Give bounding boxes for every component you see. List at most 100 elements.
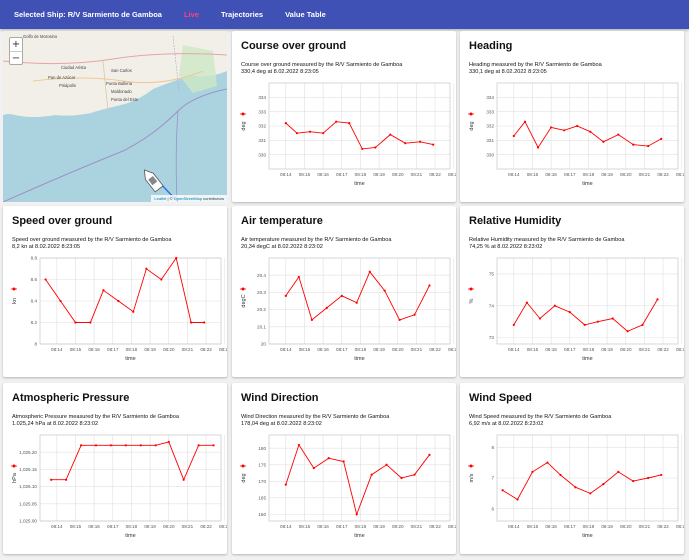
data-point xyxy=(44,278,47,281)
x-tick-label: 08:20 xyxy=(163,524,175,529)
x-tick-label: 08:14 xyxy=(280,347,292,352)
line-chart: 160 165 170 175 180 08:14 08:15 08:16 08:17 08:18… xyxy=(240,434,456,539)
x-tick-label: 08:19 xyxy=(601,172,613,177)
plot-frame xyxy=(268,257,451,345)
osm-link[interactable]: OpenStreetMap xyxy=(174,196,202,201)
data-point xyxy=(374,146,377,149)
data-point xyxy=(389,133,392,136)
chart-title: Course over ground xyxy=(241,40,347,52)
x-tick-label: 08:19 xyxy=(144,524,156,529)
x-tick-label: 08:21 xyxy=(639,172,651,177)
x-tick-label: 08:14 xyxy=(508,172,520,177)
x-tick-label: 08:17 xyxy=(564,347,576,352)
data-point xyxy=(550,126,553,129)
data-point xyxy=(370,473,373,476)
tab-value-table[interactable]: Value Table xyxy=(285,10,326,19)
data-point xyxy=(361,147,364,151)
data-point xyxy=(617,470,620,473)
chart-title: Air temperature xyxy=(241,215,323,227)
data-point xyxy=(355,301,358,304)
y-axis-label: kn xyxy=(12,298,18,304)
data-point xyxy=(632,479,635,483)
y-tick-label: 8.2 xyxy=(31,320,38,325)
legend-marker-dot xyxy=(469,112,473,116)
x-tick-label: 08:21 xyxy=(639,347,651,352)
data-point xyxy=(145,267,148,270)
x-tick-label: 08:18 xyxy=(126,524,138,529)
y-tick-label: 331 xyxy=(258,138,266,143)
data-point xyxy=(602,140,605,143)
data-point xyxy=(559,473,562,477)
line-chart: 330 331 332 333 334 08:14 08:15 08:16 08:17 08:18… xyxy=(240,82,456,187)
data-point xyxy=(383,289,386,292)
x-tick-label: 08:14 xyxy=(508,347,520,352)
y-tick-label: 74 xyxy=(489,303,495,308)
chart-description: Speed over ground measured by the R/V Sa… xyxy=(12,237,172,251)
y-tick-label: 8 xyxy=(34,342,37,347)
y-axis-label: deg xyxy=(241,473,247,482)
ship-icon xyxy=(143,169,164,193)
chart-description: Atmospheric Pressure measured by the R/V… xyxy=(12,414,179,428)
y-tick-label: 180 xyxy=(258,446,266,451)
series-line xyxy=(513,299,658,332)
x-tick-label: 08:17 xyxy=(336,524,348,529)
data-point xyxy=(398,318,401,322)
data-point xyxy=(284,483,287,486)
y-axis-label: deg xyxy=(241,121,247,130)
x-tick-label: 08:14 xyxy=(280,524,292,529)
chart-title: Wind Direction xyxy=(241,392,319,404)
data-point xyxy=(109,444,113,447)
data-point xyxy=(525,301,528,304)
series-line xyxy=(513,120,662,149)
data-point xyxy=(348,122,351,125)
x-tick-label: 08:17 xyxy=(107,347,119,352)
x-axis-label: time xyxy=(582,533,592,539)
x-tick-label: 08:20 xyxy=(620,524,632,529)
series-line xyxy=(502,462,662,501)
line-chart: 6 7 8 08:14 08:15 08:16 08:17 08:18 08:19 08:20 08… xyxy=(468,434,684,539)
data-point xyxy=(310,318,314,322)
x-tick-label: 08:16 xyxy=(545,347,557,352)
x-tick-label: 08:23 xyxy=(219,347,227,352)
map-label: Punta del Este xyxy=(111,97,139,102)
data-point xyxy=(335,120,338,123)
data-point xyxy=(190,321,193,324)
zoom-out-button[interactable]: − xyxy=(10,51,22,64)
chart-description: Air temperature measured by the R/V Sarm… xyxy=(241,237,392,251)
data-point xyxy=(368,270,371,273)
data-point xyxy=(342,460,345,463)
data-point xyxy=(297,275,300,279)
x-tick-label: 08:18 xyxy=(583,347,595,352)
data-point xyxy=(124,444,127,447)
data-point xyxy=(74,321,77,324)
data-point xyxy=(404,142,407,145)
leaflet-link[interactable]: Leaflet xyxy=(154,196,166,201)
map-label: Ciudad Arista xyxy=(61,65,86,70)
x-tick-label: 08:15 xyxy=(70,524,82,529)
x-tick-label: 08:14 xyxy=(51,347,63,352)
series-line xyxy=(285,443,430,516)
chart-card-heading: 330 331 332 333 334 08:14 08:15 08:16 08:17 08:18… xyxy=(460,31,684,202)
tab-trajectories[interactable]: Trajectories xyxy=(221,10,263,19)
data-point xyxy=(656,298,659,301)
zoom-in-button[interactable]: + xyxy=(10,38,22,51)
x-tick-label: 08:19 xyxy=(373,347,385,352)
data-point xyxy=(583,323,586,326)
selected-ship-menu[interactable]: Selected Ship: R/V Sarmiento de Gamboa xyxy=(14,10,162,19)
data-point xyxy=(611,317,614,320)
x-tick-label: 08:15 xyxy=(527,172,539,177)
data-point xyxy=(413,313,416,316)
chart-title: Wind Speed xyxy=(469,392,532,404)
x-tick-label: 08:21 xyxy=(411,172,423,177)
data-point xyxy=(65,478,68,481)
data-point xyxy=(647,144,650,148)
ship-position-map[interactable]: + − Golfo de Morosino Ciudad Arista San … xyxy=(3,31,227,202)
x-axis-label: time xyxy=(354,356,364,362)
chart-card-humidity: 73 74 75 08:14 08:15 08:16 08:17 08:18 08:19 08:2… xyxy=(460,206,684,377)
x-tick-label: 08:21 xyxy=(411,524,423,529)
tab-live[interactable]: Live xyxy=(184,10,199,19)
map-zoom-control: + − xyxy=(9,37,23,65)
x-tick-label: 08:16 xyxy=(545,172,557,177)
y-tick-label: 20.1 xyxy=(257,324,266,329)
x-tick-label: 08:22 xyxy=(200,524,212,529)
